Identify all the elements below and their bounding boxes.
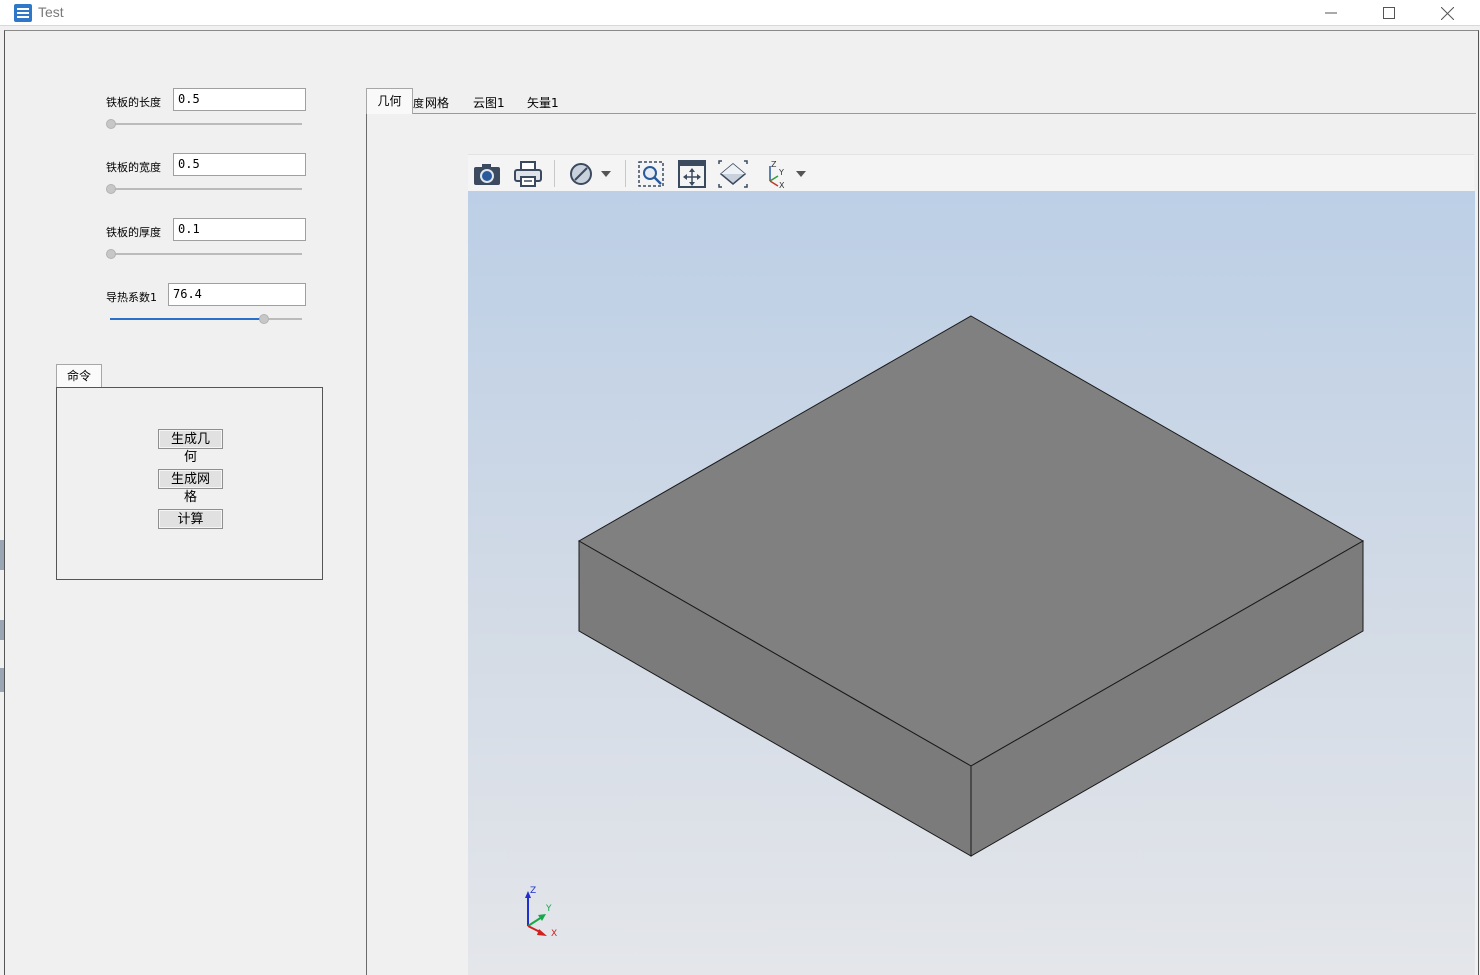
tab-overlap-char: 度 (413, 97, 424, 110)
tab-contour[interactable]: 云图1 (473, 94, 505, 111)
conductivity-input[interactable]: 76.4 (168, 283, 306, 306)
minimize-button[interactable] (1302, 0, 1360, 26)
dropdown-arrow-icon (601, 170, 611, 177)
axis-view-dropdown[interactable] (792, 155, 810, 192)
close-button[interactable] (1418, 0, 1476, 26)
display-mode-icon (570, 162, 592, 185)
iso-view-icon (718, 159, 748, 188)
svg-text:X: X (779, 181, 785, 189)
zoom-window-icon (638, 160, 664, 187)
snapshot-button[interactable] (470, 155, 504, 192)
tab-geometry[interactable]: 几何 (366, 88, 413, 114)
thickness-input[interactable]: 0.1 (173, 218, 306, 241)
maximize-icon (1383, 7, 1395, 19)
thickness-slider-track[interactable] (110, 253, 302, 255)
fit-all-icon (678, 159, 706, 188)
axis-triad: Z Y X (525, 886, 557, 939)
maximize-button[interactable] (1360, 0, 1418, 26)
geometry-canvas[interactable] (468, 191, 1475, 975)
tab-mesh[interactable]: 网格 (425, 94, 449, 111)
width-slider-thumb[interactable] (106, 184, 116, 194)
close-icon (1440, 6, 1454, 20)
width-slider-track[interactable] (110, 188, 302, 190)
toolbar-separator (554, 160, 555, 187)
axis-x-label: X (551, 929, 557, 939)
param-label: 铁板的长度 (106, 96, 161, 109)
toolbar-separator (625, 160, 626, 187)
window-title: Test (38, 4, 64, 20)
axis-y-line (527, 916, 543, 927)
iso-view-button[interactable] (716, 155, 750, 192)
fit-all-button[interactable] (675, 155, 709, 192)
app-icon (14, 4, 32, 22)
axis-view-button[interactable]: Z Y X (760, 155, 790, 192)
generate-mesh-button[interactable]: 生成网格 (158, 469, 223, 505)
print-button[interactable] (510, 155, 546, 192)
axis-view-icon: Z Y X (769, 160, 785, 189)
param-label: 铁板的宽度 (106, 161, 161, 174)
viewer-toolbar: Z Y X (468, 154, 1474, 191)
title-bar: Test (0, 0, 1480, 26)
display-mode-button[interactable] (564, 155, 598, 192)
minimize-icon (1325, 12, 1337, 14)
display-mode-dropdown[interactable] (598, 155, 614, 192)
command-panel: 生成几何 生成网格 计算 (56, 387, 323, 580)
tab-vector[interactable]: 矢量1 (527, 94, 559, 111)
conductivity-slider-fill (110, 318, 264, 320)
axis-z-label: Z (530, 886, 536, 896)
svg-text:Z: Z (771, 160, 777, 169)
width-input[interactable]: 0.5 (173, 153, 306, 176)
length-slider-track[interactable] (110, 123, 302, 125)
length-slider-thumb[interactable] (106, 119, 116, 129)
zoom-window-button[interactable] (634, 155, 668, 192)
axis-x-arrow (537, 929, 547, 936)
camera-icon (474, 163, 500, 185)
length-input[interactable]: 0.5 (173, 88, 306, 111)
command-tab[interactable]: 命令 (56, 364, 102, 388)
conductivity-slider-thumb[interactable] (258, 314, 269, 324)
3d-viewport[interactable]: Z Y X (468, 191, 1475, 975)
thickness-slider-thumb[interactable] (106, 249, 116, 259)
generate-geometry-button[interactable]: 生成几何 (158, 429, 223, 465)
param-label: 导热系数1 (106, 291, 157, 304)
print-icon (514, 160, 542, 187)
param-label: 铁板的厚度 (106, 226, 161, 239)
compute-button[interactable]: 计算 (158, 509, 223, 529)
axis-y-label: Y (545, 904, 552, 914)
svg-text:Y: Y (778, 168, 784, 177)
dropdown-arrow-icon (796, 170, 806, 177)
